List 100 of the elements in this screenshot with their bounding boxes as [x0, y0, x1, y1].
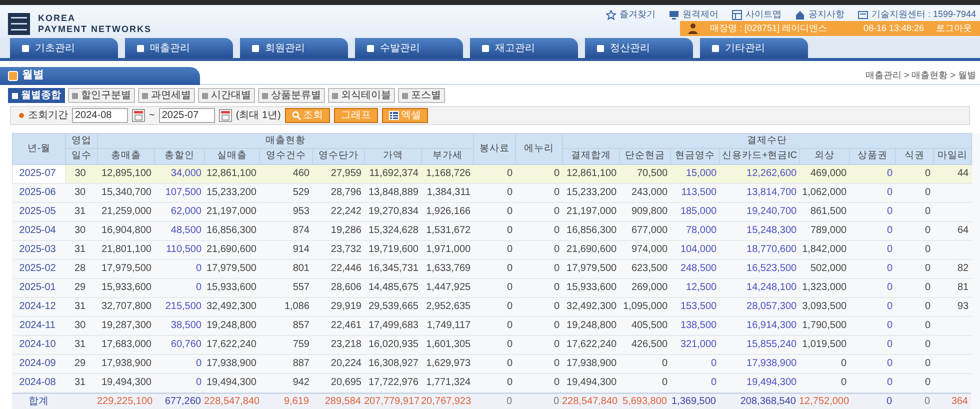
- date-field[interactable]: 2025-07: [158, 108, 215, 123]
- month-link[interactable]: 2025-06: [12, 183, 66, 202]
- table-cell: 44: [934, 164, 972, 183]
- tab-icon: [142, 92, 148, 98]
- table-cell: 20,695: [312, 373, 364, 392]
- table-cell: 1,790,500: [800, 316, 850, 335]
- table-cell: 529: [260, 183, 312, 202]
- header-link[interactable]: 공지사항: [808, 8, 844, 22]
- table-cell: 0: [474, 373, 516, 392]
- table-cell: 21,197,000: [204, 202, 260, 221]
- month-link[interactable]: 2025-02: [12, 259, 66, 278]
- sub-tab[interactable]: 상품분류별: [258, 88, 325, 103]
- table-cell: 17,938,900: [562, 354, 620, 373]
- calendar-icon[interactable]: [218, 109, 232, 122]
- sub-tab[interactable]: 시간대별: [198, 88, 255, 103]
- table-row[interactable]: 2025-05 31 21,259,000 62,000 21,197,000 953 22,242 19,270,834 1,926,166 0 0 21,197,000 909,800 185,000 19,240,700 861,500 0 0: [12, 202, 972, 221]
- table-cell: 113,500: [670, 183, 720, 202]
- table-row[interactable]: 2024-11 30 19,287,300 38,500 19,248,800 857 22,461 17,499,683 1,749,117 0 0 19,248,800 405,500 138,500 16,914,300 1,790,500 0 0: [12, 316, 972, 335]
- table-row[interactable]: 2025-07 30 12,895,100 34,000 12,861,100 460 27,959 11,692,374 1,168,726 0 0 12,861,100 70,500 15,000 12,262,600 469,000 0 0 44: [12, 164, 972, 183]
- sub-tab[interactable]: 할인구분별: [68, 88, 135, 103]
- table-cell: 0: [800, 354, 850, 373]
- table-cell: 11,692,374: [364, 164, 422, 183]
- header-link[interactable]: 원격제어: [682, 8, 718, 22]
- menu-tab[interactable]: 기초관리: [10, 38, 118, 58]
- month-link[interactable]: 2025-01: [12, 278, 66, 297]
- table-row[interactable]: 2024-12 31 32,707,800 215,500 32,492,300 1,086 29,919 29,539,665 2,952,635 0 0 32,492,300 1,095,000 153,500 28,057,300 3,093,500 0 0 93: [12, 297, 972, 316]
- month-link[interactable]: 2025-07: [12, 164, 66, 183]
- table-cell: 1,771,324: [422, 373, 474, 392]
- menu-tab[interactable]: 회원관리: [240, 38, 348, 58]
- table-cell: 30: [66, 316, 98, 335]
- table-row[interactable]: 2025-06 30 15,340,700 107,500 15,233,200 529 28,796 13,848,889 1,384,311 0 0 15,233,200 243,000 113,500 13,814,700 1,062,000 0 0: [12, 183, 972, 202]
- table-cell: 19,286: [312, 221, 364, 240]
- table-cell: 14,248,100: [720, 278, 800, 297]
- column-header: 식권: [896, 148, 934, 164]
- table-row[interactable]: 2025-04 30 16,904,800 48,500 16,856,300 874 19,286 15,324,628 1,531,672 0 0 16,856,300 677,000 78,000 15,248,300 789,000 0 0 64: [12, 221, 972, 240]
- table-cell: 138,500: [670, 316, 720, 335]
- menu-tab[interactable]: 수발관리: [355, 38, 463, 58]
- logo-text: PAYMENT NETWORKS: [38, 24, 152, 35]
- table-cell: 17,938,900: [720, 354, 800, 373]
- header-link[interactable]: 기술지원센터 : 1599-7944: [871, 8, 976, 22]
- total-cell: 20,767,923: [421, 394, 473, 409]
- month-link[interactable]: 2024-11: [12, 316, 66, 335]
- column-header: 영수단가: [312, 148, 364, 164]
- table-row[interactable]: 2025-03 31 21,801,100 110,500 21,690,600 914 23,732 19,719,600 1,971,000 0 0 21,690,600 974,000 104,000 18,770,600 1,842,000 0 0: [12, 240, 972, 259]
- month-link[interactable]: 2024-08: [12, 373, 66, 392]
- table-cell: 0: [896, 221, 934, 240]
- table-cell: 0: [850, 373, 896, 392]
- menu-tab[interactable]: 매출관리: [125, 38, 233, 58]
- table-cell: 0: [896, 278, 934, 297]
- total-cell: 12,752,000: [799, 394, 849, 409]
- sub-tab[interactable]: 월별종합: [8, 88, 65, 103]
- page-icon: [8, 70, 18, 80]
- month-link[interactable]: 2024-10: [12, 335, 66, 354]
- month-link[interactable]: 2024-09: [12, 354, 66, 373]
- month-link[interactable]: 2025-04: [12, 221, 66, 240]
- table-cell: 13,814,700: [720, 183, 800, 202]
- menu-tab[interactable]: 정산관리: [585, 38, 693, 58]
- total-label: 합계: [12, 394, 65, 409]
- date-field[interactable]: 2024-08: [72, 108, 128, 123]
- column-header: 총매출: [98, 148, 154, 164]
- table-row[interactable]: 2024-10 31 17,683,000 60,760 17,622,240 759 23,218 16,020,935 1,601,305 0 0 17,622,240 426,500 321,000 15,855,240 1,019,500 0 0: [12, 335, 972, 354]
- table-cell: 12,500: [670, 278, 720, 297]
- table-cell: 16,856,300: [562, 221, 620, 240]
- search-label: 조회기간: [28, 109, 68, 123]
- table-cell: 107,500: [154, 183, 204, 202]
- month-link[interactable]: 2025-03: [12, 240, 66, 259]
- header-link[interactable]: 사이트맵: [745, 8, 782, 22]
- menu-tab[interactable]: 기타관리: [700, 38, 808, 58]
- table-row[interactable]: 2025-02 28 17,979,500 0 17,979,500 801 22,446 16,345,731 1,633,769 0 0 17,979,500 623,500 248,500 16,523,500 502,000 0 0 82: [12, 259, 972, 278]
- sub-tab[interactable]: 외식테이블: [328, 88, 395, 103]
- table-cell: 502,000: [800, 259, 850, 278]
- table-cell: 0: [896, 316, 934, 335]
- table-cell: 0: [896, 354, 934, 373]
- table-cell: 19,494,300: [562, 373, 620, 392]
- table-cell: 15,000: [670, 164, 720, 183]
- table-row[interactable]: 2024-09 29 17,938,900 0 17,938,900 887 20,224 16,308,927 1,629,973 0 0 17,938,900 0 0 17,938,900 0 0 0: [12, 354, 972, 373]
- table-cell: 0: [850, 202, 896, 221]
- sub-tab[interactable]: 포스별: [398, 88, 445, 103]
- calendar-icon[interactable]: [132, 109, 145, 122]
- table-cell: 460: [260, 164, 312, 183]
- tab-icon: [597, 44, 604, 52]
- month-link[interactable]: 2025-05: [12, 202, 66, 221]
- table-cell: 1,629,973: [422, 354, 474, 373]
- table-cell: 0: [800, 373, 850, 392]
- sub-tab[interactable]: 과면세별: [138, 88, 195, 103]
- menu-tab[interactable]: 재고관리: [470, 38, 578, 58]
- column-header: 일수: [66, 148, 98, 164]
- header-link[interactable]: 즐겨찾기: [619, 8, 656, 22]
- table-cell: 60,760: [154, 335, 204, 354]
- table-cell: 1,384,311: [422, 183, 474, 202]
- table-cell: 0: [896, 183, 934, 202]
- column-header: 봉사료: [474, 134, 516, 164]
- table-cell: 861,500: [800, 202, 850, 221]
- table-cell: 0: [896, 240, 934, 259]
- month-link[interactable]: 2024-12: [12, 297, 66, 316]
- table-row[interactable]: 2025-01 29 15,933,600 0 15,933,600 557 28,606 14,485,675 1,447,925 0 0 15,933,600 269,000 12,500 14,248,100 1,323,000 0 0 81: [12, 278, 972, 297]
- table-cell: 0: [896, 259, 934, 278]
- table-row[interactable]: 2024-08 31 19,494,300 0 19,494,300 942 20,695 17,722,976 1,771,324 0 0 19,494,300 0 0 19,494,300 0 0 0: [12, 373, 972, 392]
- total-cell: 0: [895, 394, 933, 409]
- table-cell: 1,019,500: [800, 335, 850, 354]
